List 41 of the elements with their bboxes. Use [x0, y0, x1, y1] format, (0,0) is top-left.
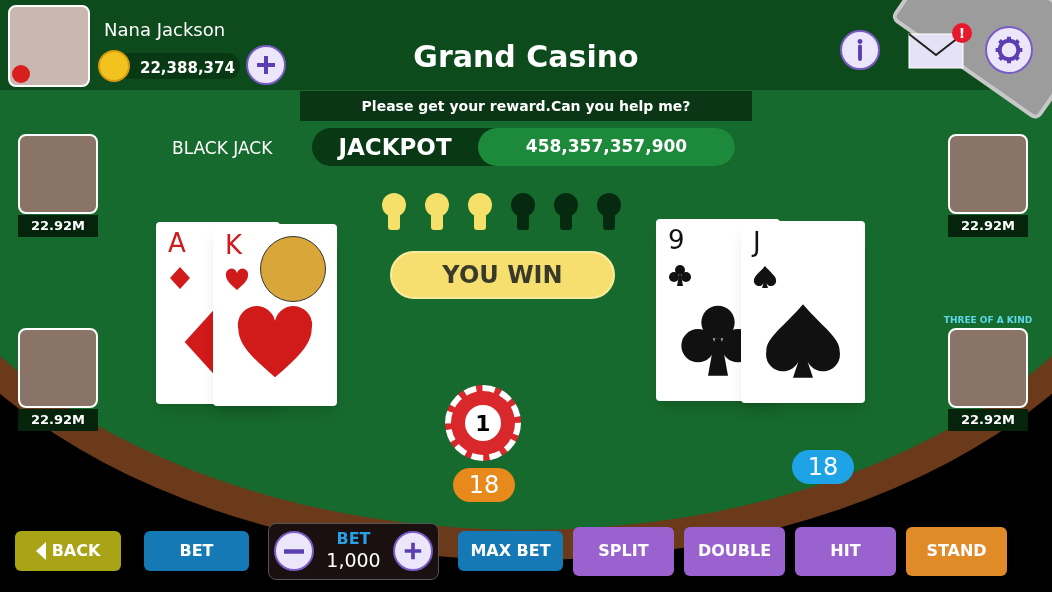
window-title: Grand Casino [413, 38, 639, 76]
seat-balance: 22.92M [18, 409, 98, 431]
card-rank: A [168, 230, 186, 256]
action-button[interactable]: MAX BET [458, 531, 563, 571]
diamond-icon [168, 266, 192, 290]
back-button[interactable]: BACK [15, 531, 121, 571]
bet-amount: 1,000 [326, 549, 381, 573]
action-button[interactable]: DOUBLE [684, 526, 785, 576]
game-label: BLACK JACK [172, 137, 273, 160]
gear-icon [993, 34, 1025, 66]
jackpot-amount: 458,357,357,900 [478, 128, 735, 166]
seat-balance: 22.92M [18, 215, 98, 237]
heart-icon [225, 268, 249, 292]
plus-icon [402, 540, 424, 562]
hand-score: 18 [453, 468, 515, 502]
decrease-bet-button[interactable] [274, 531, 314, 571]
action-button[interactable]: STAND [906, 526, 1007, 576]
hand-score: 18 [792, 450, 854, 484]
card-rank: 9 [668, 227, 685, 253]
player-name: Nana Jackson [104, 18, 226, 42]
coin-balance: 22,388,374 [140, 58, 235, 79]
action-button[interactable]: SPLIT [573, 526, 674, 576]
increase-bet-button[interactable] [393, 531, 433, 571]
chip-value: 1 [465, 405, 501, 441]
info-icon [856, 39, 864, 61]
action-button[interactable]: BET [144, 531, 249, 571]
bet-label: BET [336, 529, 371, 550]
hand-caption: THREE OF A KIND [942, 314, 1034, 327]
back-caret-icon [35, 542, 46, 560]
card-rank: K [225, 232, 243, 258]
club-icon [668, 263, 692, 287]
reward-message: Please get your reward.Can you help me? [300, 91, 752, 121]
card-rank: J [753, 229, 761, 255]
seat-balance: 22.92M [948, 215, 1028, 237]
result-banner: YOU WIN [390, 251, 615, 299]
seat-balance: 22.92M [948, 409, 1028, 431]
jackpot-label: JACKPOT [336, 132, 453, 162]
plus-icon [254, 53, 278, 77]
spade-icon [753, 265, 777, 289]
minus-icon [284, 548, 304, 554]
action-button[interactable]: HIT [795, 526, 896, 576]
